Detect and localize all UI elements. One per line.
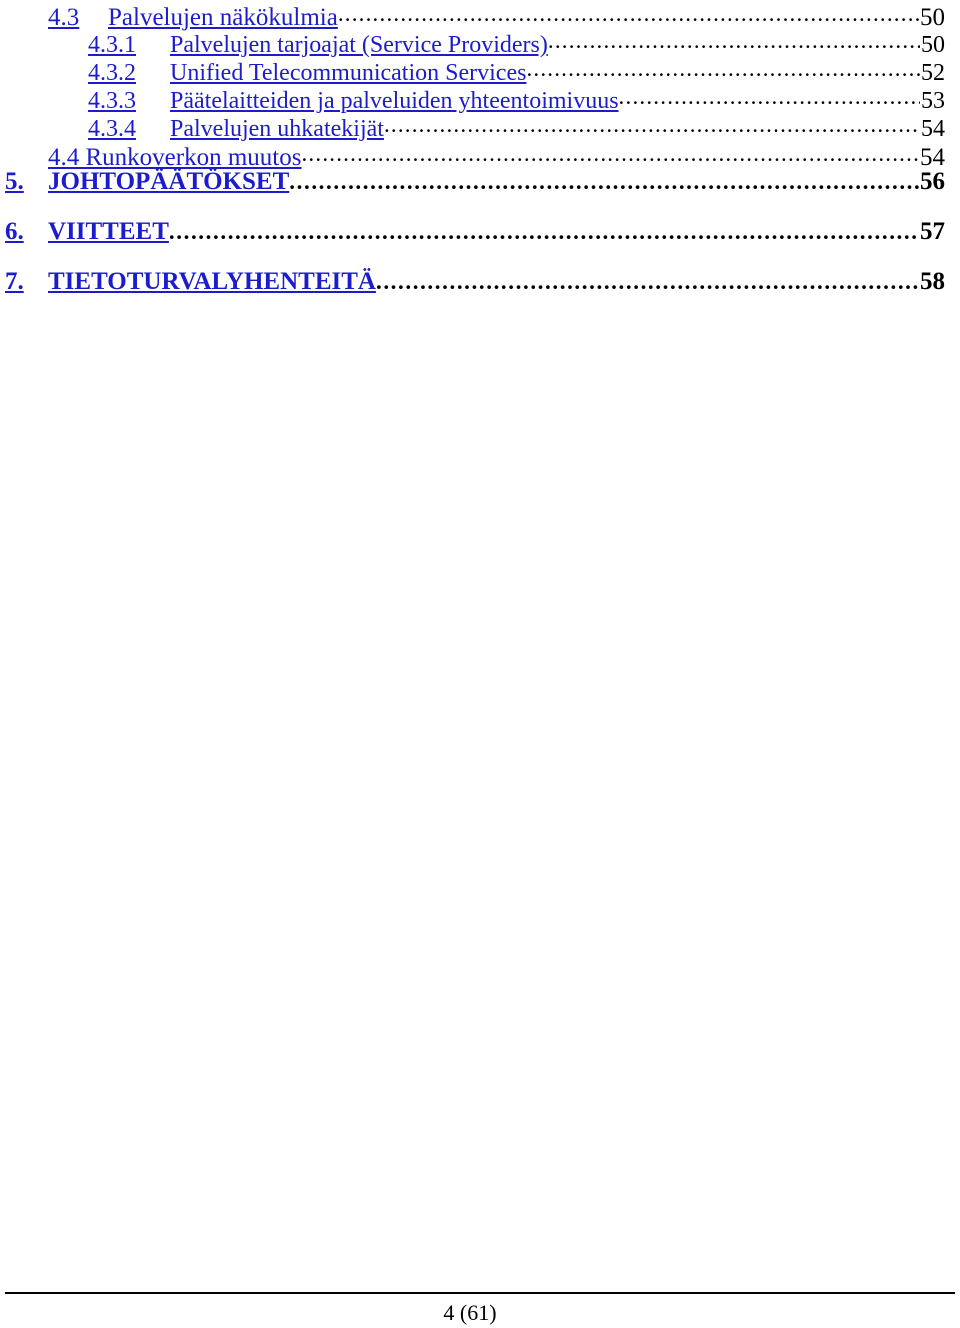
toc-entry-page-number: 57 — [920, 218, 945, 245]
toc-dot-leader — [526, 56, 920, 80]
toc-entry-title: Palvelujen uhkatekijät — [170, 116, 384, 143]
toc-entry-page-number: 52 — [921, 60, 945, 86]
toc-entry-page-number: 54 — [921, 116, 945, 142]
toc-entry-title-link[interactable]: Unified Telecommunication Services — [170, 60, 526, 86]
toc-entry-page-number: 50 — [920, 4, 945, 31]
toc-entry-title: TIETOTURVALYHENTEITÄ — [48, 268, 376, 296]
toc-entry-number: 4.3.1 — [88, 32, 170, 59]
toc-entry-title: Unified Telecommunication Services — [170, 60, 526, 87]
toc-entry-title-link[interactable]: Päätelaitteiden ja palveluiden yhteentoi… — [170, 88, 619, 114]
toc-entry[interactable]: 5. JOHTOPÄÄTÖKSET 56 — [0, 168, 955, 218]
toc-entry-page-number: 56 — [920, 168, 945, 195]
toc-entry-title-link[interactable]: Palvelujen näkökulmia — [108, 4, 338, 31]
toc-dot-leader — [619, 84, 920, 108]
toc-entry-number-link[interactable]: 4.3.2 — [88, 60, 136, 87]
toc-entry-number: 6. — [5, 218, 48, 246]
document-page: 4.3 Palvelujen näkökulmia 50 4.3.1 Palveluje… — [0, 0, 960, 1328]
toc-entry[interactable]: 7. TIETOTURVALYHENTEITÄ 58 — [0, 268, 955, 318]
toc-entry-number: 4.3 — [48, 4, 108, 32]
table-of-contents: 4.3 Palvelujen näkökulmia 50 4.3.1 Palveluje… — [0, 0, 960, 318]
toc-entry-title: VIITTEET — [48, 218, 169, 246]
toc-entry[interactable]: 4.3 Palvelujen näkökulmia 50 — [0, 0, 955, 31]
toc-entry[interactable]: 4.3.1 Palvelujen tarjoajat (Service Provi… — [0, 28, 955, 59]
toc-dot-leader — [301, 140, 919, 165]
toc-entry-number: 4.3.2 — [88, 60, 170, 87]
toc-entry-title-link[interactable]: 4.4 Runkoverkon muutos — [48, 144, 301, 171]
toc-entry[interactable]: 6. VIITTEET 57 — [0, 218, 955, 268]
toc-entry-title: JOHTOPÄÄTÖKSET — [48, 168, 289, 196]
toc-entry-title: Palvelujen tarjoajat (Service Providers) — [170, 32, 548, 59]
toc-entry-title-link[interactable]: Palvelujen uhkatekijät — [170, 116, 384, 142]
toc-entry-page-number: 53 — [921, 88, 945, 114]
toc-entry-number-link[interactable]: 4.3 — [48, 4, 79, 32]
toc-entry[interactable]: 4.3.3 Päätelaitteiden ja palveluiden yhte… — [0, 84, 955, 115]
toc-entry-title-link[interactable]: TIETOTURVALYHENTEITÄ — [48, 268, 376, 295]
toc-dot-leader — [384, 112, 920, 136]
toc-entry-title: Päätelaitteiden ja palveluiden yhteentoi… — [170, 88, 619, 115]
toc-entry-number: 7. — [5, 268, 48, 296]
toc-dot-leader — [289, 168, 919, 193]
toc-entry[interactable]: 4.3.2 Unified Telecommunication Services 5… — [0, 56, 955, 87]
toc-entry-title-link[interactable]: Palvelujen tarjoajat (Service Providers) — [170, 32, 548, 58]
footer-page-number: 4 (61) — [443, 1300, 497, 1325]
toc-entry-number: 5. — [5, 168, 48, 196]
toc-dot-leader — [338, 0, 919, 25]
toc-entry-number-link[interactable]: 7. — [5, 268, 24, 296]
toc-entry-page-number: 58 — [920, 268, 945, 295]
footer-divider — [5, 1292, 955, 1294]
toc-entry-number: 4.3.4 — [88, 116, 170, 143]
toc-entry-title: Palvelujen näkökulmia — [108, 4, 338, 32]
toc-entry[interactable]: 4.3.4 Palvelujen uhkatekijät 54 — [0, 112, 955, 143]
toc-entry[interactable]: 4.4 Runkoverkon muutos54 — [0, 140, 955, 171]
toc-dot-leader — [169, 218, 919, 243]
toc-entry-number: 4.3.3 — [88, 88, 170, 115]
toc-entry-number-link[interactable]: 4.3.3 — [88, 88, 136, 115]
toc-entry-number-link[interactable]: 6. — [5, 218, 24, 246]
toc-entry-page-number: 50 — [921, 32, 945, 58]
toc-dot-leader — [548, 28, 920, 52]
toc-entry-number-link[interactable]: 4.3.4 — [88, 116, 136, 143]
toc-entry-title-link[interactable]: VIITTEET — [48, 218, 169, 245]
toc-entry-title-link[interactable]: JOHTOPÄÄTÖKSET — [48, 168, 289, 195]
toc-entry-number-link[interactable]: 5. — [5, 168, 24, 196]
toc-dot-leader — [376, 268, 919, 293]
toc-entry-number-link[interactable]: 4.3.1 — [88, 32, 136, 59]
